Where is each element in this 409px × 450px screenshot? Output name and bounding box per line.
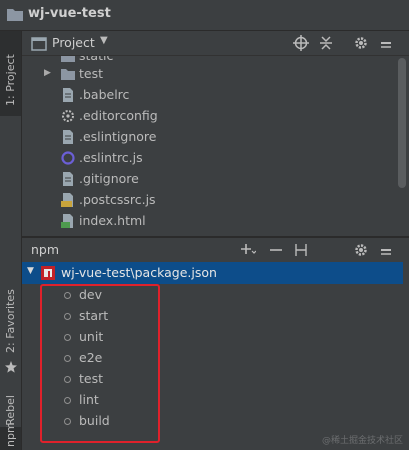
tree-item-label: .gitignore	[79, 171, 139, 186]
minus-icon[interactable]	[268, 242, 284, 258]
html-file-icon	[61, 214, 73, 228]
tree-item-label: .eslintignore	[79, 129, 157, 144]
expand-arrow-icon[interactable]: ▶	[44, 63, 51, 84]
package-json-label: wj-vue-test\package.json	[61, 265, 217, 280]
tree-item-label: .eslintrc.js	[79, 150, 143, 165]
tab-project-label: 1: Project	[4, 54, 17, 106]
tree-item-label: index.html	[79, 213, 146, 228]
npm-package-icon	[41, 266, 55, 280]
eslint-icon	[61, 151, 75, 165]
annotation-highlight-box	[40, 284, 160, 443]
npm-panel-header: npm	[22, 238, 409, 262]
split-icon[interactable]	[293, 242, 309, 258]
tab-npm-label: npm	[4, 422, 17, 447]
tab-favorites[interactable]: 2: Favorites	[0, 265, 21, 360]
npm-panel-title: npm	[31, 242, 60, 257]
star-icon	[5, 361, 17, 373]
locate-icon[interactable]	[293, 35, 309, 51]
config-file-icon	[62, 110, 74, 122]
tree-scrollbar[interactable]	[395, 56, 409, 236]
folder-icon	[61, 56, 75, 62]
folder-icon	[61, 69, 75, 80]
project-view-selector[interactable]: Project	[52, 35, 95, 50]
file-icon	[63, 172, 73, 186]
hide-icon[interactable]	[378, 242, 394, 258]
package-json-node[interactable]: ▼ wj-vue-test\package.json	[22, 262, 403, 284]
file-icon	[63, 88, 73, 102]
gear-icon[interactable]	[353, 35, 369, 51]
file-icon	[63, 130, 73, 144]
tab-project[interactable]: 1: Project	[0, 31, 21, 116]
add-icon[interactable]	[240, 242, 256, 258]
app-title: wj-vue-test	[28, 6, 111, 21]
title-bar: wj-vue-test	[0, 0, 409, 31]
project-window-icon	[31, 37, 47, 51]
chevron-down-icon[interactable]: ▼	[100, 35, 108, 46]
tab-favorites-label: 2: Favorites	[4, 289, 17, 353]
hide-icon[interactable]	[378, 35, 394, 51]
js-file-icon	[61, 193, 73, 207]
gear-icon[interactable]	[353, 242, 369, 258]
collapse-all-icon[interactable]	[318, 35, 334, 51]
watermark: @稀土掘金技术社区	[321, 436, 403, 446]
tree-item-label: .babelrc	[79, 87, 130, 102]
project-file-tree: static ▶ test .babelrc .editorconfig .es…	[22, 56, 394, 236]
tree-item-label: .editorconfig	[79, 108, 158, 123]
tree-item-label: .postcssrc.js	[79, 192, 156, 207]
scrollbar-thumb[interactable]	[398, 58, 406, 188]
tab-npm[interactable]: npm	[0, 422, 21, 450]
project-panel-header: Project ▼	[22, 31, 409, 56]
tree-item-label: test	[79, 66, 104, 81]
expand-arrow-icon[interactable]: ▼	[27, 266, 34, 276]
left-tool-strip: 1: Project 2: Favorites JRebel npm	[0, 31, 22, 450]
folder-icon	[7, 9, 23, 21]
